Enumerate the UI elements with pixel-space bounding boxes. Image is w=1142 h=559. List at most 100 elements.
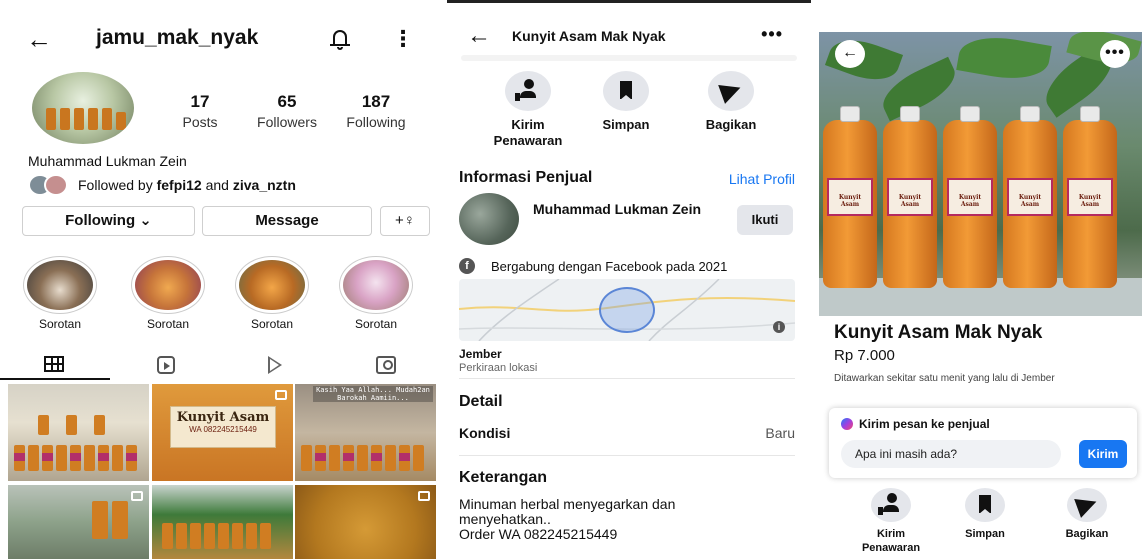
followed-by[interactable]: Followed by fefpi12 and ziva_nztn xyxy=(28,174,296,196)
more-options-icon[interactable]: ••• xyxy=(761,24,783,45)
seller-name[interactable]: Muhammad Lukman Zein xyxy=(533,201,713,217)
bottle-label-text: Kunyit Asam xyxy=(898,194,922,208)
marketplace-product-screen: Kunyit Asam Kunyit Asam Kunyit Asam Kuny… xyxy=(817,0,1142,559)
back-arrow-icon[interactable]: ← xyxy=(26,24,52,54)
share-button[interactable]: Bagikan xyxy=(683,71,779,133)
share-icon xyxy=(1074,492,1100,518)
bottle-label-text: Kunyit Asam xyxy=(838,194,862,208)
instagram-profile-screen: ← jamu_mak_nyak ⋮ 17 Posts 65 Followers … xyxy=(0,0,440,559)
post-thumbnail[interactable]: Kasih Yaa Allah... Mudah2an Barokah Aami… xyxy=(295,384,436,481)
story-highlight[interactable]: Sorotan xyxy=(232,256,312,331)
following-count[interactable]: 187 Following xyxy=(336,92,416,130)
story-highlight-label: Sorotan xyxy=(250,317,294,331)
post-thumbnail[interactable] xyxy=(8,384,149,481)
divider xyxy=(459,378,795,379)
followers-count-value: 65 xyxy=(277,92,297,111)
share-label: Bagikan xyxy=(705,117,757,132)
message-seller-card: Kirim pesan ke penjual Kirim xyxy=(829,408,1137,478)
posts-count-label: Posts xyxy=(182,114,218,130)
location-city: Jember xyxy=(459,347,502,361)
story-highlight-label: Sorotan xyxy=(38,317,82,331)
location-approximate-note: Perkiraan lokasi xyxy=(459,362,538,374)
view-profile-link[interactable]: Lihat Profil xyxy=(729,171,795,187)
back-arrow-icon[interactable]: ← xyxy=(835,40,865,68)
following-button[interactable]: Following ⌄ xyxy=(22,206,195,236)
post-thumbnail[interactable]: Kunyit Asam WA 082245215449 xyxy=(152,384,293,481)
seller-avatar[interactable] xyxy=(459,193,519,245)
story-highlight[interactable]: Sorotan xyxy=(128,256,208,331)
more-options-icon[interactable]: ••• xyxy=(1100,40,1130,68)
post-thumbnail[interactable] xyxy=(152,485,293,559)
post-thumbnail[interactable] xyxy=(8,485,149,559)
message-seller-title-text: Kirim pesan ke penjual xyxy=(859,417,990,431)
joined-facebook-text: Bergabung dengan Facebook pada 2021 xyxy=(491,258,728,274)
marketplace-listing-info-screen: ← Kunyit Asam Mak Nyak ••• Kirim Penawar… xyxy=(447,0,811,559)
reels-icon xyxy=(157,356,175,374)
share-button[interactable]: Bagikan xyxy=(1039,488,1135,541)
follow-button[interactable]: Ikuti xyxy=(737,205,793,235)
location-map[interactable]: i xyxy=(459,279,795,341)
product-label: Kunyit Asam WA 082245215449 xyxy=(170,406,276,448)
send-offer-label: Kirim Penawaran xyxy=(861,528,921,554)
multiple-photos-icon xyxy=(275,390,287,400)
post-caption-overlay: Kasih Yaa Allah... Mudah2an Barokah Aami… xyxy=(313,386,433,402)
message-input[interactable] xyxy=(841,440,1061,468)
play-icon xyxy=(268,356,282,374)
save-button[interactable]: Simpan xyxy=(578,71,674,133)
posts-grid: Kunyit Asam WA 082245215449 Kasih Yaa Al… xyxy=(8,384,436,559)
product-title: Kunyit Asam Mak Nyak xyxy=(834,322,1043,343)
story-highlight[interactable]: Sorotan xyxy=(336,256,416,331)
info-icon[interactable]: i xyxy=(773,321,785,333)
seller-info-heading: Informasi Penjual xyxy=(459,169,593,186)
listing-header: ← Kunyit Asam Mak Nyak ••• xyxy=(447,23,811,53)
listing-description: Minuman herbal menyegarkan dan menyehatk… xyxy=(459,496,676,542)
add-user-button[interactable]: +♀ xyxy=(380,206,430,236)
save-label: Simpan xyxy=(602,117,650,132)
listing-meta: Ditawarkan sekitar satu menit yang lalu … xyxy=(834,373,1055,384)
back-arrow-icon[interactable]: ← xyxy=(467,23,491,49)
bottle-label-text: Kunyit Asam xyxy=(1078,194,1102,208)
approximate-location-circle xyxy=(599,287,655,333)
condition-label: Kondisi xyxy=(459,425,511,441)
send-offer-button[interactable]: Kirim Penawaran xyxy=(843,488,939,555)
followers-count[interactable]: 65 Followers xyxy=(246,92,328,130)
profile-avatar[interactable] xyxy=(32,72,134,144)
grid-icon xyxy=(44,356,64,372)
posts-count[interactable]: 17 Posts xyxy=(172,92,228,130)
multiple-photos-icon xyxy=(418,491,430,501)
story-highlight[interactable]: Sorotan xyxy=(20,256,100,331)
divider xyxy=(459,455,795,456)
tab-tagged[interactable] xyxy=(330,350,440,380)
more-options-icon[interactable]: ⋮ xyxy=(392,26,414,52)
story-highlight-label: Sorotan xyxy=(354,317,398,331)
person-offer-icon xyxy=(878,493,900,515)
product-label-title: Kunyit Asam xyxy=(176,410,270,425)
tab-videos[interactable] xyxy=(220,350,330,380)
tab-posts-grid[interactable] xyxy=(0,350,110,380)
profile-full-name: Muhammad Lukman Zein xyxy=(28,153,187,169)
followed-by-text: Followed by fefpi12 and ziva_nztn xyxy=(78,177,296,193)
product-photo[interactable]: Kunyit Asam Kunyit Asam Kunyit Asam Kuny… xyxy=(819,32,1142,316)
posts-count-value: 17 xyxy=(190,92,210,111)
send-message-button[interactable]: Kirim xyxy=(1079,440,1127,468)
bookmark-icon xyxy=(620,81,632,100)
tagged-person-icon xyxy=(376,356,396,374)
facebook-icon: f xyxy=(459,258,475,274)
mutual-follower-avatar xyxy=(44,174,68,196)
profile-username: jamu_mak_nyak xyxy=(96,26,259,49)
profile-tabs xyxy=(0,350,440,380)
story-highlight-label: Sorotan xyxy=(146,317,190,331)
listing-title: Kunyit Asam Mak Nyak xyxy=(512,28,666,44)
following-count-value: 187 xyxy=(361,92,391,111)
tab-reels[interactable] xyxy=(110,350,220,380)
post-thumbnail[interactable] xyxy=(295,485,436,559)
notification-bell-icon[interactable] xyxy=(330,28,350,50)
share-label: Bagikan xyxy=(1065,528,1109,540)
save-button[interactable]: Simpan xyxy=(937,488,1033,541)
send-offer-button[interactable]: Kirim Penawaran xyxy=(480,71,576,149)
product-label-phone: WA 082245215449 xyxy=(189,425,257,434)
product-price: Rp 7.000 xyxy=(834,347,895,364)
message-button[interactable]: Message xyxy=(202,206,372,236)
profile-header: ← jamu_mak_nyak ⋮ xyxy=(0,22,440,58)
following-count-label: Following xyxy=(346,114,406,130)
